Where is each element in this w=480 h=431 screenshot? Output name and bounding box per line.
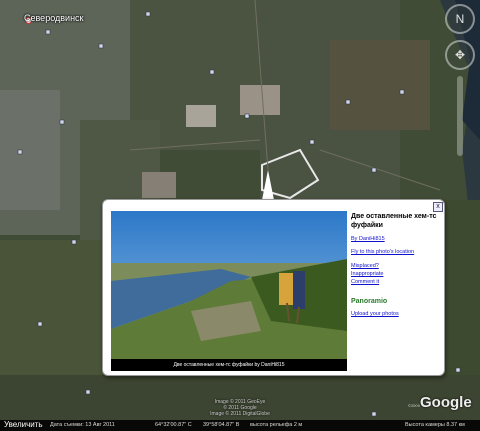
status-elevation: высота рельефа 2 м <box>250 422 303 428</box>
fly-to-location-link[interactable]: Fly to this photo's location <box>351 249 441 256</box>
panoramio-photo[interactable] <box>111 211 347 371</box>
upload-photos-link[interactable]: Upload your photos <box>351 311 441 318</box>
popup-pointer <box>262 170 274 200</box>
pan-control-icon[interactable]: ✥ <box>445 40 475 70</box>
zoom-in-label[interactable]: Увеличить <box>4 419 43 430</box>
credit-line-3: Image © 2011 DigitalGlobe <box>210 411 270 417</box>
comment-link[interactable]: Comment it <box>351 279 441 286</box>
photo-caption: Две оставленные хем-тс фуфайки by DaniHi… <box>111 359 347 371</box>
copyright-year: ©2009 <box>408 403 420 408</box>
inappropriate-link[interactable]: Inappropriate <box>351 271 441 278</box>
navigation-controls[interactable]: N ✥ <box>445 4 475 156</box>
panoramio-logo[interactable]: Panoramio <box>351 298 441 305</box>
report-links: Misplaced? Inappropriate Comment it <box>351 263 441 286</box>
zoom-slider[interactable] <box>457 76 463 156</box>
photo-title: Две оставленные хем-тс фуфайки <box>351 213 437 229</box>
status-bar: Дата съемки: 13 Авг 2011 64°32'00.87" С … <box>0 420 480 431</box>
close-icon[interactable]: x <box>433 202 443 212</box>
google-logo: Google <box>420 394 472 411</box>
status-longitude: 39°58'04.87" В <box>203 422 240 428</box>
status-eye-altitude: Высота камеры 8.37 км <box>405 422 465 428</box>
imagery-credits: Image © 2011 GeoEye © 2011 Google Image … <box>160 399 320 417</box>
navigation-compass-icon[interactable]: N <box>445 4 475 34</box>
status-latitude: 64°32'00.87" С <box>155 422 192 428</box>
photo-info-panel: Две оставленные хем-тс фуфайки By DaniHi… <box>351 212 441 318</box>
author-link[interactable]: By DaniHi815 <box>351 236 441 243</box>
status-date: Дата съемки: 13 Авг 2011 <box>50 422 115 428</box>
city-label[interactable]: Северодвинск <box>24 13 83 23</box>
misplaced-link[interactable]: Misplaced? <box>351 263 441 270</box>
